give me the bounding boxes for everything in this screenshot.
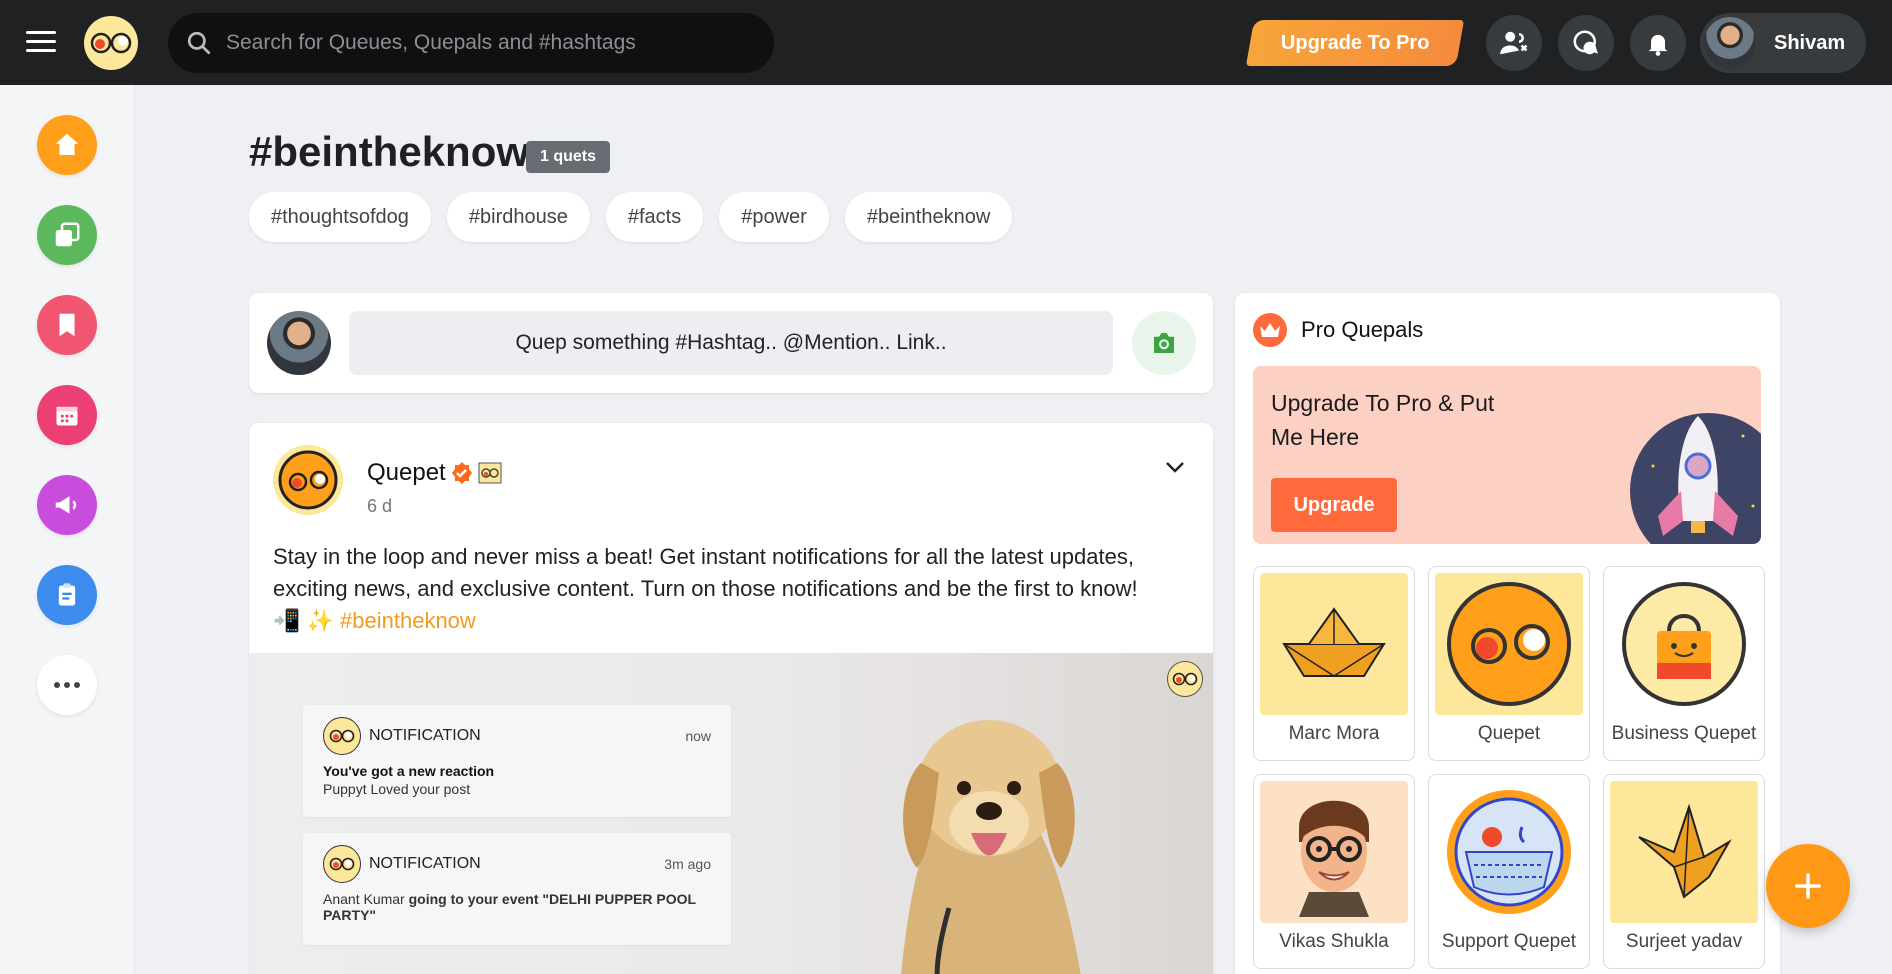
notification-time: now (685, 728, 711, 744)
post-author[interactable]: Quepet (367, 459, 502, 487)
quepal-card[interactable]: Vikas Shukla (1253, 774, 1415, 969)
crown-icon (1253, 313, 1287, 347)
left-sidebar (0, 85, 135, 974)
quepal-card[interactable]: Marc Mora (1253, 566, 1415, 761)
create-post-button[interactable] (1766, 844, 1850, 928)
chevron-down-icon[interactable] (1161, 453, 1189, 481)
golden-retriever-photo (900, 720, 1081, 974)
notification-logo (323, 845, 361, 883)
post-text: Stay in the loop and never miss a beat! … (273, 544, 1138, 601)
home-icon[interactable] (37, 115, 97, 175)
plus-icon (1795, 873, 1821, 899)
paper-boat-icon (1260, 573, 1408, 715)
post-author-name: Quepet (367, 459, 446, 486)
more-icon[interactable] (37, 655, 97, 715)
image-watermark-logo (1167, 661, 1203, 697)
post-timestamp: 6 d (367, 496, 393, 516)
pro-quepals-panel: Pro Quepals Upgrade To Pro & Put Me Here… (1235, 293, 1780, 974)
hashtag-chip[interactable]: #facts (605, 192, 704, 242)
post-composer: Quep something #Hashtag.. @Mention.. Lin… (249, 293, 1213, 393)
clipboard-icon[interactable] (37, 565, 97, 625)
quepal-card[interactable]: Surjeet yadav (1603, 774, 1765, 969)
quepal-name: Business Quepet (1611, 723, 1757, 744)
post-author-avatar[interactable] (273, 445, 343, 515)
pro-quepals-heading: Pro Quepals (1253, 313, 1423, 347)
memoji-avatar-icon (1260, 781, 1408, 923)
rocket-illustration (1630, 413, 1761, 544)
notification-label: NOTIFICATION (369, 855, 481, 872)
friends-icon[interactable] (1486, 15, 1542, 71)
post-body: Stay in the loop and never miss a beat! … (273, 541, 1193, 637)
camera-icon[interactable] (1132, 311, 1196, 375)
notification-card: NOTIFICATION 3m ago Anant Kumar going to… (303, 833, 731, 945)
megaphone-icon[interactable] (37, 475, 97, 535)
bookmark-icon[interactable] (37, 295, 97, 355)
bell-icon[interactable] (1630, 15, 1686, 71)
pro-quepals-grid: Marc Mora Quepet Business Quepet Vikas S… (1253, 566, 1765, 969)
promo-text: Upgrade To Pro & Put Me Here (1271, 390, 1495, 450)
layers-icon[interactable] (37, 205, 97, 265)
upgrade-promo-banner: Upgrade To Pro & Put Me Here Upgrade (1253, 366, 1761, 544)
quepal-card[interactable]: Support Quepet (1428, 774, 1590, 969)
quepal-name: Vikas Shukla (1279, 931, 1389, 952)
quepal-card[interactable]: Quepet (1428, 566, 1590, 761)
notification-card: NOTIFICATION now You've got a new reacti… (303, 705, 731, 817)
related-hashtags: #thoughtsofdog #birdhouse #facts #power … (249, 192, 1013, 242)
composer-avatar (267, 311, 331, 375)
post-image[interactable]: NOTIFICATION now You've got a new reacti… (249, 653, 1213, 974)
chat-icon[interactable] (1558, 15, 1614, 71)
search-input[interactable] (226, 31, 746, 55)
notification-logo (323, 717, 361, 755)
quepet-badge-icon (478, 462, 502, 484)
hashtag-chip[interactable]: #beintheknow (844, 192, 1013, 242)
quepal-card[interactable]: Business Quepet (1603, 566, 1765, 761)
quepal-name: Support Quepet (1441, 931, 1577, 952)
shopping-bag-icon (1610, 573, 1758, 715)
post-hashtag-link[interactable]: #beintheknow (340, 608, 476, 633)
avatar (1704, 17, 1756, 69)
quepet-avatar-icon (1435, 573, 1583, 715)
profile-menu[interactable]: Shivam (1700, 13, 1866, 73)
hashtag-chip[interactable]: #power (719, 192, 829, 242)
notification-person: Anant Kumar (323, 891, 405, 907)
notification-title: You've got a new reaction (323, 763, 495, 779)
search-icon (187, 31, 211, 55)
top-bar: Upgrade To Pro Shivam (0, 0, 1892, 85)
notification-label: NOTIFICATION (369, 727, 481, 744)
masked-face-icon (1435, 781, 1583, 923)
pro-quepals-title: Pro Quepals (1301, 317, 1424, 342)
hashtag-chip[interactable]: #thoughtsofdog (249, 192, 431, 242)
post-emoji: 📲 ✨ (273, 608, 334, 633)
upgrade-button[interactable]: Upgrade (1271, 478, 1397, 532)
hashtag-chip[interactable]: #birdhouse (446, 192, 590, 242)
quepet-logo[interactable] (84, 16, 138, 70)
user-name: Shivam (1774, 31, 1846, 54)
notification-subtitle: Puppyt Loved your post (323, 781, 471, 797)
post-card: Quepet 6 d Stay in the loop and never mi… (249, 423, 1213, 974)
calendar-icon[interactable] (37, 385, 97, 445)
composer-input[interactable]: Quep something #Hashtag.. @Mention.. Lin… (349, 311, 1113, 375)
page-title: #beintheknow (249, 128, 530, 175)
menu-icon[interactable] (26, 31, 56, 55)
origami-bird-icon (1610, 781, 1758, 923)
quepal-name: Marc Mora (1288, 723, 1380, 744)
notification-message: Anant Kumar going to your event "DELHI P… (323, 891, 711, 923)
verified-icon (451, 462, 472, 484)
search-bar[interactable] (168, 13, 774, 73)
quepal-name: Surjeet yadav (1625, 931, 1743, 952)
notification-time: 3m ago (664, 856, 711, 872)
quet-count-badge: 1 quets (526, 141, 611, 173)
quepal-name: Quepet (1477, 723, 1541, 744)
upgrade-to-pro-button[interactable]: Upgrade To Pro (1245, 20, 1465, 66)
